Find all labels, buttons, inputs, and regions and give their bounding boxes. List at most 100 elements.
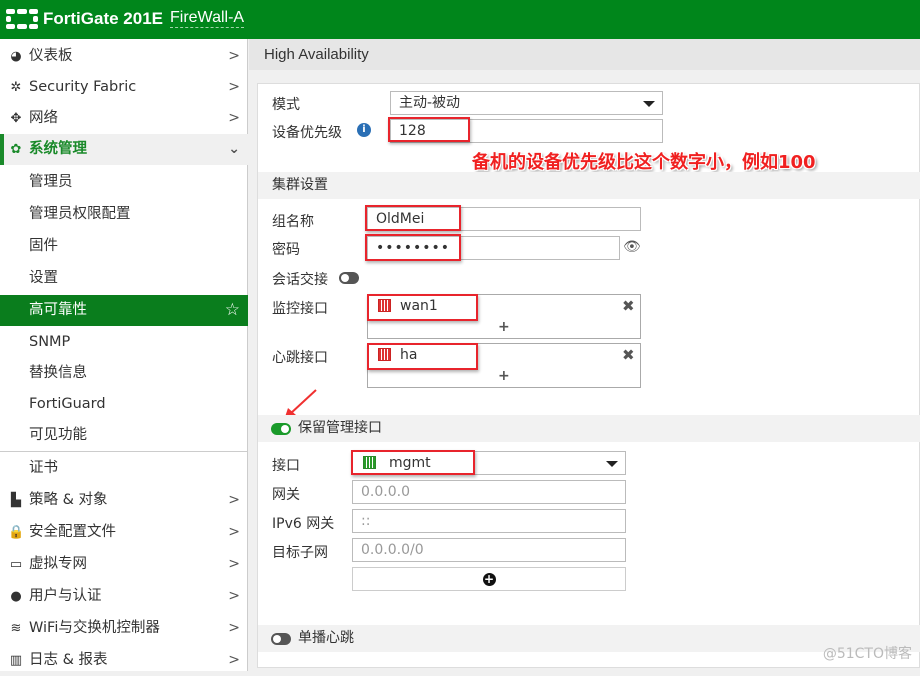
- lock-icon: 🔒: [8, 525, 25, 540]
- subnet-label: 目标子网: [272, 545, 328, 561]
- sidebar-item-label: FortiGuard: [29, 396, 106, 412]
- info-icon[interactable]: i: [357, 123, 371, 137]
- highlight-box: [365, 234, 461, 261]
- eye-icon[interactable]: 👁: [623, 239, 641, 255]
- network-icon: ✥: [10, 111, 22, 126]
- sidebar-item[interactable]: ✲ Security Fabric >: [0, 72, 248, 103]
- sidebar-item[interactable]: 🔒 安全配置文件 >: [0, 517, 248, 548]
- chart-icon: ▥: [9, 653, 23, 668]
- page-title: High Availability: [249, 39, 920, 70]
- ipv6-placeholder: ::: [361, 513, 371, 529]
- sidebar-item-label: 管理员权限配置: [29, 206, 131, 222]
- hostname-link[interactable]: FireWall-A: [170, 9, 245, 28]
- chevron-icon: >: [228, 620, 240, 636]
- subnet-placeholder: 0.0.0.0/0: [361, 542, 424, 558]
- priority-label: 设备优先级: [272, 125, 342, 141]
- sidebar-item[interactable]: ▭ 虚拟专网 >: [0, 549, 248, 580]
- watermark: @51CTO博客: [822, 646, 912, 662]
- chevron-icon: >: [228, 492, 240, 508]
- gear-icon: ✿: [10, 142, 22, 157]
- chevron-icon: >: [228, 110, 240, 126]
- sidebar-item[interactable]: ≋ WiFi与交换机控制器 >: [0, 613, 248, 644]
- reserve-mgmt-header: 保留管理接口: [258, 415, 920, 442]
- add-icon[interactable]: +: [498, 319, 510, 335]
- interface-label: 接口: [272, 458, 300, 474]
- unicast-heartbeat-row: 单播心跳: [258, 625, 920, 652]
- highlight-box: [367, 343, 478, 370]
- chevron-icon: >: [228, 48, 240, 64]
- sidebar-item-label: 可见功能: [29, 427, 87, 443]
- dashboard-icon: ◕: [10, 49, 22, 64]
- sidebar-item[interactable]: 设置: [0, 263, 248, 294]
- ipv6-gateway-label: IPv6 网关: [272, 516, 335, 532]
- chevron-icon: >: [228, 652, 240, 668]
- chevron-icon: ⌄: [228, 141, 240, 157]
- add-icon[interactable]: +: [498, 368, 510, 384]
- sidebar-item-label: 仪表板: [29, 48, 73, 64]
- sidebar-item[interactable]: 替换信息: [0, 358, 248, 389]
- highlight-box: [367, 294, 478, 321]
- divider: [0, 451, 248, 452]
- chevron-icon: >: [228, 79, 240, 95]
- highlight-box: [351, 450, 475, 475]
- sidebar-item[interactable]: SNMP: [0, 327, 248, 358]
- sidebar-item[interactable]: 管理员: [0, 167, 248, 198]
- sidebar-item-label: 网络: [29, 110, 58, 126]
- mode-value: 主动-被动: [399, 95, 461, 111]
- dropdown-caret-icon: [643, 101, 655, 107]
- sidebar-item-label: 管理员: [29, 174, 73, 190]
- sidebar-item[interactable]: FortiGuard: [0, 389, 248, 420]
- sidebar-item-label: 虚拟专网: [29, 556, 87, 572]
- password-label: 密码: [272, 242, 300, 258]
- sidebar-item-label: Security Fabric: [29, 79, 137, 95]
- session-pickup-toggle[interactable]: [339, 272, 359, 284]
- sidebar-item[interactable]: ◕ 仪表板 >: [0, 41, 248, 72]
- heartbeat-label: 心跳接口: [272, 350, 328, 366]
- sidebar-item[interactable]: ✥ 网络 >: [0, 103, 248, 134]
- sidebar-item-label: 安全配置文件: [29, 524, 116, 540]
- remove-icon[interactable]: ✖: [622, 297, 635, 315]
- plus-circle-icon: +: [482, 572, 496, 586]
- mode-label: 模式: [272, 97, 300, 113]
- gateway-input[interactable]: 0.0.0.0: [352, 480, 626, 504]
- group-label: 组名称: [272, 214, 314, 230]
- cluster-settings-header: 集群设置: [258, 172, 920, 199]
- unicast-heartbeat-toggle[interactable]: [271, 633, 291, 645]
- fortinet-logo-icon: [6, 9, 38, 29]
- subnet-input[interactable]: 0.0.0.0/0: [352, 538, 626, 562]
- sidebar-item[interactable]: 可见功能: [0, 420, 248, 451]
- sidebar-item-label: 策略 & 对象: [29, 492, 108, 508]
- highlight-box: [388, 117, 470, 142]
- gateway-placeholder: 0.0.0.0: [361, 484, 410, 500]
- gateway-label: 网关: [272, 487, 300, 503]
- sidebar-item[interactable]: ✿ 系统管理 ⌄: [0, 134, 248, 165]
- session-pickup-label: 会话交接: [272, 272, 328, 288]
- sidebar-item-label: 替换信息: [29, 365, 87, 381]
- add-entry-button[interactable]: +: [352, 567, 626, 591]
- mode-select[interactable]: 主动-被动: [390, 91, 663, 115]
- highlight-box: [365, 205, 461, 231]
- sidebar-item[interactable]: 高可靠性 ☆: [0, 295, 248, 326]
- chevron-icon: >: [228, 556, 240, 572]
- sidebar-item-label: 高可靠性: [29, 302, 87, 318]
- sidebar-item[interactable]: ▙ 策略 & 对象 >: [0, 485, 248, 516]
- star-icon[interactable]: ☆: [225, 295, 240, 326]
- sidebar-item-label: 用户与认证: [29, 588, 102, 604]
- sidebar-item-label: 固件: [29, 238, 58, 254]
- sidebar-item-label: 日志 & 报表: [29, 652, 108, 668]
- ipv6-gateway-input[interactable]: ::: [352, 509, 626, 533]
- sidebar-item-label: SNMP: [29, 334, 71, 350]
- sidebar-item-label: 系统管理: [29, 141, 87, 157]
- reserve-mgmt-toggle[interactable]: [271, 423, 291, 435]
- sidebar-item[interactable]: 证书: [0, 453, 248, 484]
- sidebar-item[interactable]: ● 用户与认证 >: [0, 581, 248, 612]
- sidebar-item-label: WiFi与交换机控制器: [29, 620, 160, 636]
- remove-icon[interactable]: ✖: [622, 346, 635, 364]
- annotation-note: 备机的设备优先级比这个数字小，例如100: [472, 152, 816, 173]
- policy-icon: ▙: [11, 493, 21, 508]
- sidebar-item[interactable]: ▥ 日志 & 报表 >: [0, 645, 248, 676]
- monitor-label: 监控接口: [272, 301, 328, 317]
- dropdown-caret-icon: [606, 461, 618, 467]
- sidebar-item[interactable]: 固件: [0, 231, 248, 262]
- sidebar-item[interactable]: 管理员权限配置: [0, 199, 248, 230]
